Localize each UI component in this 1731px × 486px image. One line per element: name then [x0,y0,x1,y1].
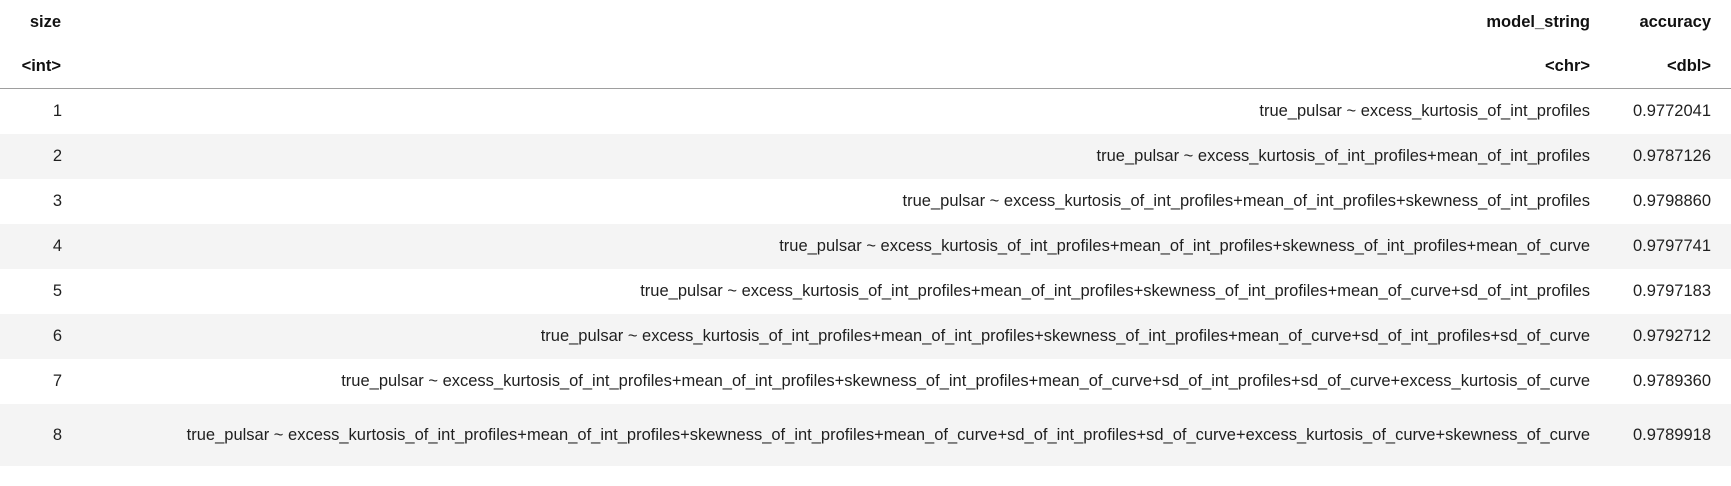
cell-accuracy: 0.9789360 [1633,372,1711,390]
cell-model-string: true_pulsar ~ excess_kurtosis_of_int_pro… [71,404,1612,466]
header-size[interactable]: size [0,0,71,44]
cell-accuracy: 0.9789918 [1612,404,1731,466]
table-row: 5 true_pulsar ~ excess_kurtosis_of_int_p… [0,269,1731,314]
cell-size: 8 [0,404,71,466]
cell-accuracy: 0.9772041 [1633,102,1711,120]
table-body: 1 true_pulsar ~ excess_kurtosis_of_int_p… [0,89,1731,466]
header-accuracy[interactable]: accuracy [1612,0,1731,44]
cell-size: 2 [0,134,71,179]
header-model-string[interactable]: model_string [71,0,1612,44]
cell-model-string: true_pulsar ~ excess_kurtosis_of_int_pro… [341,372,1590,390]
results-table: size model_string accuracy <int> <chr> <… [0,0,1731,466]
cell-model-string: true_pulsar ~ excess_kurtosis_of_int_pro… [640,282,1590,300]
cell-model-string: true_pulsar ~ excess_kurtosis_of_int_pro… [71,224,1612,269]
cell-size: 7 [52,372,62,390]
dataframe-output: size model_string accuracy <int> <chr> <… [0,0,1731,466]
header-names-row: size model_string accuracy [0,0,1731,44]
cell-model-string: true_pulsar ~ excess_kurtosis_of_int_pro… [71,314,1612,359]
cell-accuracy: 0.9792712 [1612,314,1731,359]
cell-size: 3 [52,192,62,210]
cell-accuracy: 0.9787126 [1612,134,1731,179]
cell-size: 4 [0,224,71,269]
header-types-row: <int> <chr> <dbl> [0,44,1731,89]
cell-accuracy: 0.9797183 [1633,282,1711,300]
table-row: 3 true_pulsar ~ excess_kurtosis_of_int_p… [0,179,1731,224]
table-row: 4 true_pulsar ~ excess_kurtosis_of_int_p… [0,224,1731,269]
type-model-string: <chr> [71,44,1612,89]
table-header: size model_string accuracy <int> <chr> <… [0,0,1731,89]
type-accuracy: <dbl> [1612,44,1731,89]
cell-accuracy: 0.9798860 [1633,192,1711,210]
cell-model-string: true_pulsar ~ excess_kurtosis_of_int_pro… [71,134,1612,179]
table-row: 6 true_pulsar ~ excess_kurtosis_of_int_p… [0,314,1731,359]
cell-size: 5 [52,282,62,300]
table-row: 2 true_pulsar ~ excess_kurtosis_of_int_p… [0,134,1731,179]
cell-model-string: true_pulsar ~ excess_kurtosis_of_int_pro… [1259,102,1590,120]
type-size: <int> [0,44,71,89]
table-row: 7 true_pulsar ~ excess_kurtosis_of_int_p… [0,359,1731,404]
cell-accuracy: 0.9797741 [1612,224,1731,269]
cell-model-string: true_pulsar ~ excess_kurtosis_of_int_pro… [902,192,1590,210]
cell-size: 1 [52,102,62,120]
table-row: 1 true_pulsar ~ excess_kurtosis_of_int_p… [0,89,1731,135]
table-row: 8 true_pulsar ~ excess_kurtosis_of_int_p… [0,404,1731,466]
cell-size: 6 [0,314,71,359]
